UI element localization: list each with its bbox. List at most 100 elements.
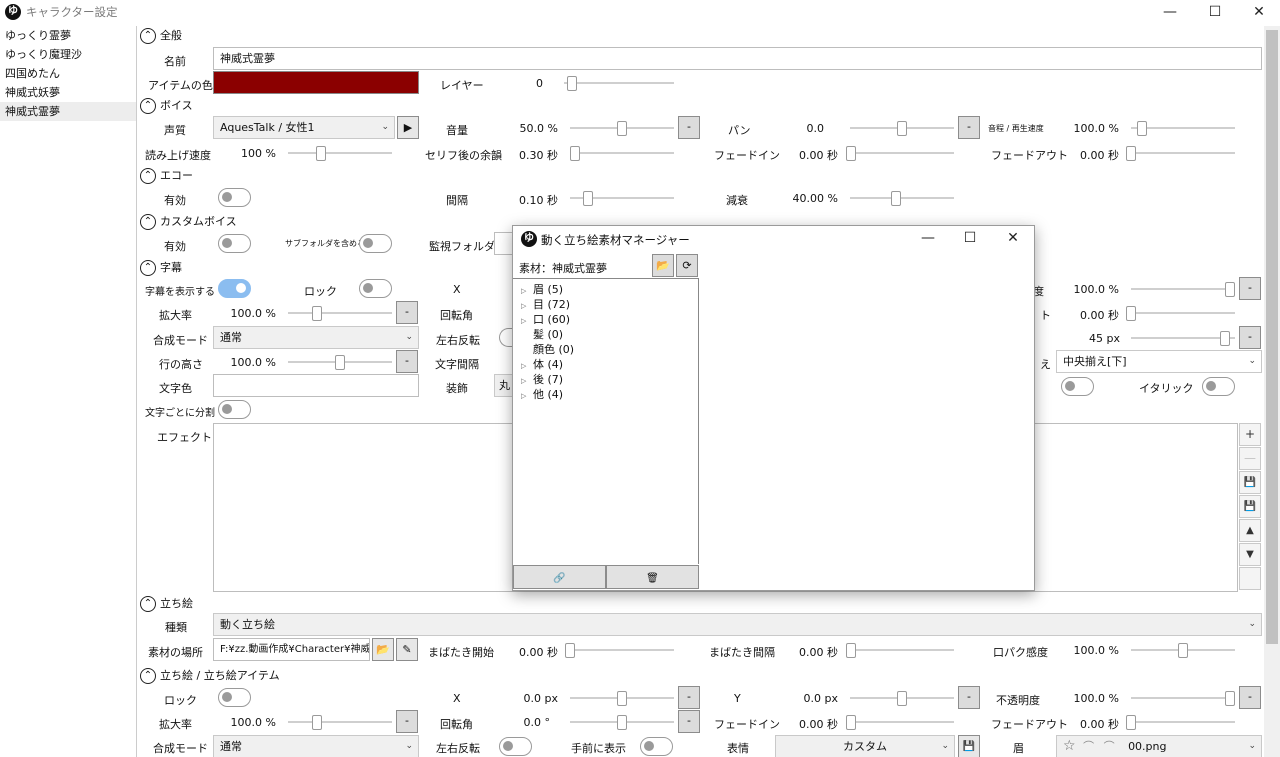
chevron-up-icon[interactable]: ⌃ (140, 28, 156, 44)
tree-item[interactable]: ▷ 眉 (5) (521, 282, 698, 297)
voice-fadein-slider[interactable] (846, 146, 954, 161)
slider-thumb[interactable] (617, 121, 627, 136)
show-subtitle-toggle[interactable] (218, 279, 251, 298)
maximize-icon[interactable]: ☐ (1192, 0, 1238, 25)
slider-thumb[interactable] (312, 715, 322, 730)
subtitle-size-reset-button[interactable]: - (1239, 326, 1261, 349)
subtitle-scale-slider[interactable] (288, 306, 392, 321)
slider-thumb[interactable] (617, 691, 627, 706)
chevron-up-icon[interactable]: ⌃ (140, 98, 156, 114)
section-custom-voice[interactable]: ⌃ カスタムボイス (140, 213, 237, 231)
slider-thumb[interactable] (570, 146, 580, 161)
play-button[interactable]: ▶ (397, 116, 419, 139)
item-fadein-slider[interactable] (846, 715, 954, 730)
bring-front-toggle[interactable] (640, 737, 673, 756)
pan-reset-button[interactable]: - (958, 116, 980, 139)
character-item-selected[interactable]: 神威式霊夢 (0, 102, 136, 121)
item-rotate-reset-button[interactable]: - (678, 710, 700, 733)
italic-toggle[interactable] (1202, 377, 1235, 396)
link-button[interactable]: 🔗 (513, 565, 606, 589)
slider-thumb[interactable] (1178, 643, 1188, 658)
bold-toggle[interactable] (1061, 377, 1094, 396)
folder-open-icon[interactable]: 📂 (652, 254, 674, 277)
item-color-swatch[interactable] (213, 71, 419, 94)
move-up-icon[interactable]: ▲ (1239, 519, 1261, 542)
item-lock-toggle[interactable] (218, 688, 251, 707)
material-tree[interactable]: ▷ 眉 (5) ▷ 目 (72) ▷ 口 (60) 髪 (0) 顔色 (0) ▷ 体 (4) ▷ 後 … (513, 278, 699, 564)
section-subtitle[interactable]: ⌃ 字幕 (140, 259, 182, 277)
line-height-slider[interactable] (288, 355, 392, 370)
tachie-kind-select[interactable]: 動く立ち絵 ⌄ (213, 613, 1262, 636)
minimize-icon[interactable]: — (1147, 0, 1193, 25)
watch-folder-input[interactable] (494, 232, 514, 255)
tree-item[interactable]: 髪 (0) (521, 327, 698, 342)
slider-thumb[interactable] (846, 643, 856, 658)
layer-slider[interactable] (564, 76, 674, 91)
chevron-up-icon[interactable]: ⌃ (140, 596, 156, 612)
section-echo[interactable]: ⌃ エコー (140, 167, 193, 185)
slider-thumb[interactable] (1126, 715, 1136, 730)
slider-thumb[interactable] (312, 306, 322, 321)
pitch-slider[interactable] (1131, 121, 1235, 136)
custom-voice-enabled-toggle[interactable] (218, 234, 251, 253)
slider-thumb[interactable] (1126, 306, 1136, 321)
slider-thumb[interactable] (897, 121, 907, 136)
item-rotate-slider[interactable] (570, 715, 674, 730)
tree-item[interactable]: ▷ 他 (4) (521, 387, 698, 402)
subtitle-blend-select[interactable]: 通常 ⌄ (213, 326, 419, 349)
echo-decay-slider[interactable] (850, 191, 954, 206)
character-item[interactable]: 四国めたん (0, 64, 136, 83)
item-scale-reset-button[interactable]: - (396, 710, 418, 733)
item-opacity-reset-button[interactable]: - (1239, 686, 1261, 709)
slider-thumb[interactable] (846, 146, 856, 161)
item-blend-select[interactable]: 通常 ⌄ (213, 735, 419, 757)
tree-item[interactable]: ▷ 後 (7) (521, 372, 698, 387)
per-char-toggle[interactable] (218, 400, 251, 419)
slider-thumb[interactable] (583, 191, 593, 206)
item-fadeout-slider[interactable] (1126, 715, 1235, 730)
echo-enabled-toggle[interactable] (218, 188, 251, 207)
item-flip-toggle[interactable] (499, 737, 532, 756)
slider-thumb[interactable] (1137, 121, 1147, 136)
tree-item[interactable]: ▷ 目 (72) (521, 297, 698, 312)
scrollbar-thumb[interactable] (1266, 30, 1278, 644)
item-opacity-slider[interactable] (1131, 691, 1235, 706)
dialog-minimize-icon[interactable]: — (905, 226, 951, 251)
slider-thumb[interactable] (1225, 282, 1235, 297)
item-y-slider[interactable] (850, 691, 954, 706)
save-expression-icon[interactable]: 💾 (958, 735, 980, 757)
folder-open-icon[interactable]: 📂 (372, 638, 394, 661)
volume-reset-button[interactable]: - (678, 116, 700, 139)
slider-thumb[interactable] (846, 715, 856, 730)
subtitle-lock-toggle[interactable] (359, 279, 392, 298)
refresh-icon[interactable]: ⟳ (676, 254, 698, 277)
delete-button[interactable]: 🗑 (606, 565, 699, 589)
add-effect-button[interactable]: + (1239, 423, 1261, 446)
remove-effect-button[interactable]: — (1239, 447, 1261, 470)
pencil-icon[interactable]: ✎ (396, 638, 418, 661)
blink-start-slider[interactable] (565, 643, 674, 658)
tree-item[interactable]: 顔色 (0) (521, 342, 698, 357)
tree-item[interactable]: ▷ 口 (60) (521, 312, 698, 327)
slider-thumb[interactable] (335, 355, 345, 370)
slider-thumb[interactable] (617, 715, 627, 730)
dialog-maximize-icon[interactable]: ☐ (947, 226, 993, 251)
decoration-select[interactable]: 丸 (494, 374, 514, 397)
lipsync-slider[interactable] (1131, 643, 1235, 658)
expression-select[interactable]: カスタム ⌄ (775, 735, 955, 757)
save-effect-icon[interactable]: 💾 (1239, 471, 1261, 494)
after-silence-slider[interactable] (570, 146, 674, 161)
slider-thumb[interactable] (1225, 691, 1235, 706)
close-icon[interactable]: ✕ (1236, 0, 1280, 25)
save-effect-as-icon[interactable]: 💾 (1239, 495, 1261, 518)
chevron-up-icon[interactable]: ⌃ (140, 260, 156, 276)
pan-slider[interactable] (850, 121, 954, 136)
slider-thumb[interactable] (567, 76, 577, 91)
chevron-up-icon[interactable]: ⌃ (140, 168, 156, 184)
include-subfolder-toggle[interactable] (359, 234, 392, 253)
slider-thumb[interactable] (891, 191, 901, 206)
chevron-up-icon[interactable]: ⌃ (140, 668, 156, 684)
character-item[interactable]: ゆっくり魔理沙 (0, 45, 136, 64)
slider-thumb[interactable] (897, 691, 907, 706)
subtitle-size-slider[interactable] (1131, 331, 1235, 346)
